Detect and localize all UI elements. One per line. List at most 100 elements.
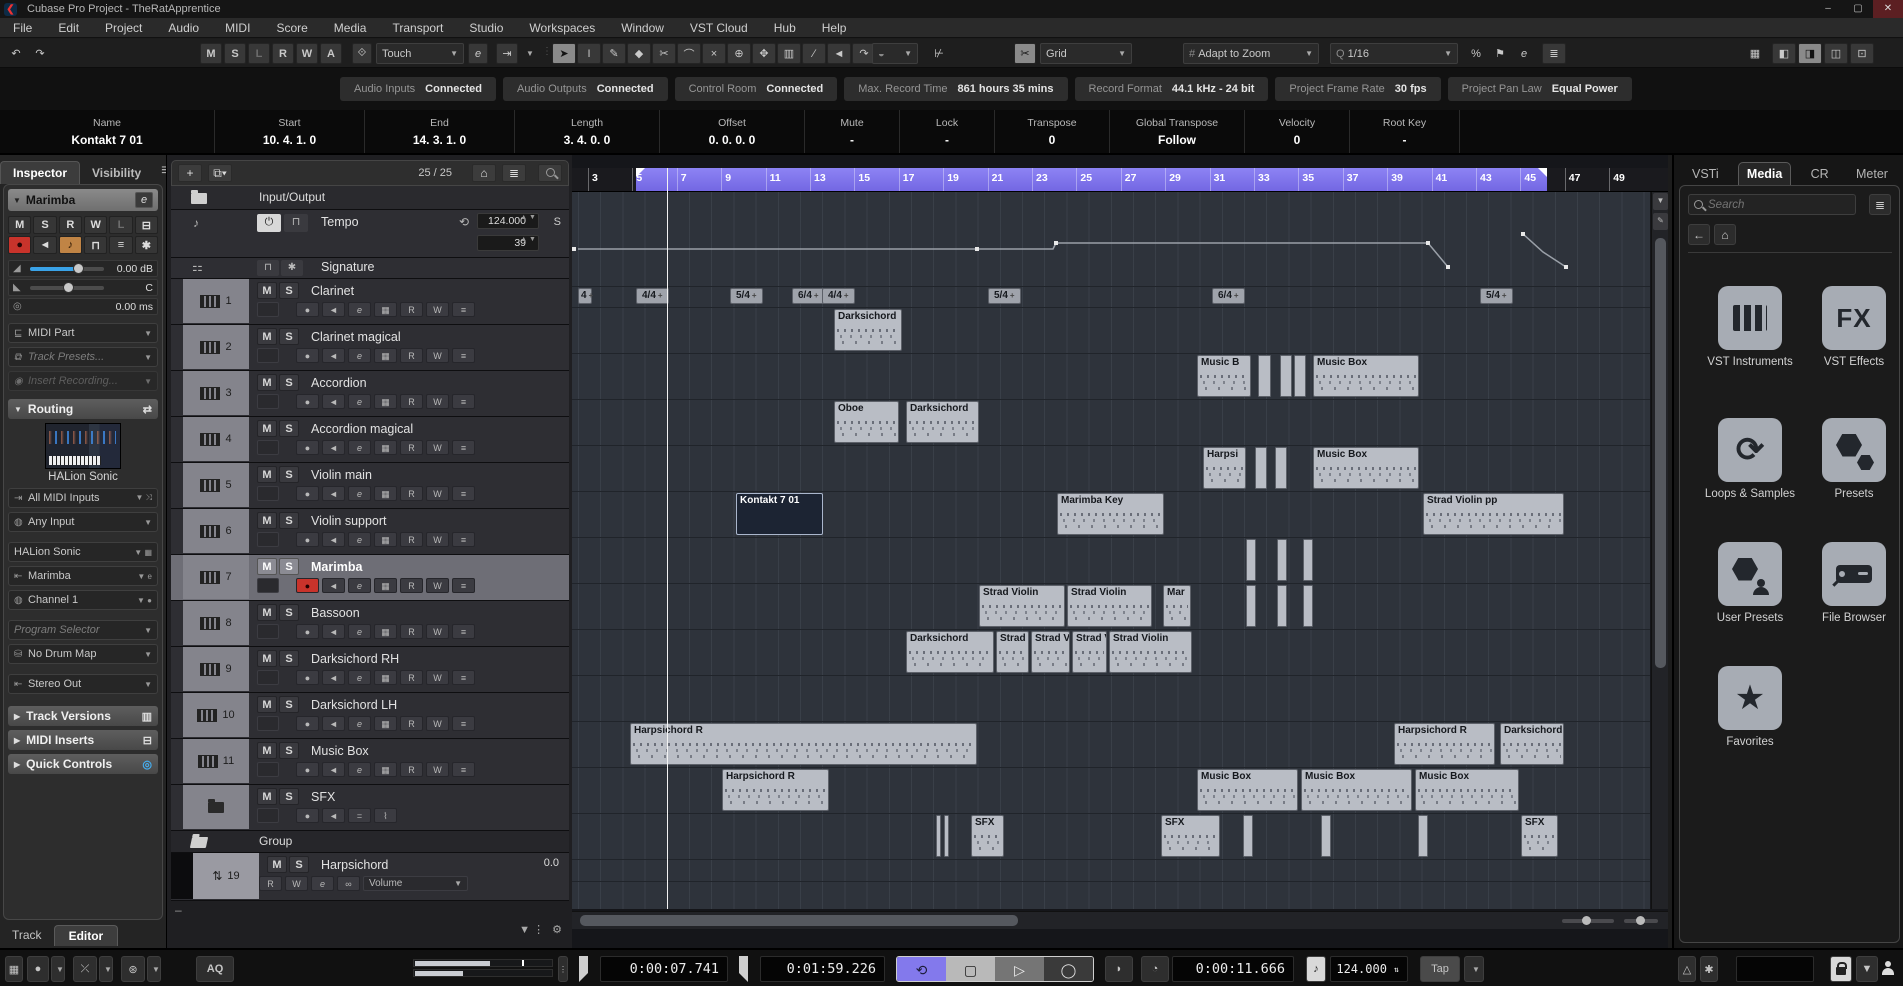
record-enable-icon[interactable]: ● xyxy=(296,348,319,363)
lanes-icon[interactable]: ≡ xyxy=(452,348,475,363)
read-automation-icon[interactable]: R xyxy=(400,716,423,731)
color-tool-dropdown[interactable]: ◒ ▼ xyxy=(872,43,918,64)
filter-dropdown-icon[interactable]: ▼ xyxy=(1856,956,1878,982)
solo-button[interactable]: S xyxy=(33,216,57,234)
mute-button[interactable]: M xyxy=(8,216,32,234)
track-zoom-preset-icon[interactable]: ▼ xyxy=(1653,193,1668,210)
solo-button[interactable]: S xyxy=(279,788,299,805)
insert-recording-dropdown[interactable]: ◉ Insert Recording... ▼ xyxy=(8,371,158,391)
time-format-clock-icon[interactable]: ◔ xyxy=(1141,956,1169,982)
media-tile-file-browser[interactable] xyxy=(1822,542,1886,606)
menu-edit[interactable]: Edit xyxy=(45,18,92,38)
media-tile-presets[interactable] xyxy=(1822,418,1886,482)
mute-button[interactable]: M xyxy=(257,604,277,621)
media-tile-vst-effects[interactable]: FX xyxy=(1822,286,1886,350)
audio-quantize-button[interactable]: AQ xyxy=(196,956,234,982)
midi-event-small[interactable] xyxy=(1246,539,1256,581)
midi-event[interactable]: Music Box xyxy=(1301,769,1412,811)
channel-strip-icon[interactable]: ⊟ xyxy=(134,216,158,234)
horizontal-scroll-thumb[interactable] xyxy=(580,915,1018,926)
menu-help[interactable]: Help xyxy=(809,18,860,38)
meter-options-icon[interactable]: ⋮ xyxy=(558,956,568,982)
media-tile-user-presets[interactable] xyxy=(1718,542,1782,606)
menu-workspaces[interactable]: Workspaces xyxy=(516,18,608,38)
quantize-edit-icon[interactable]: e xyxy=(1514,43,1534,64)
instrument-icon[interactable]: ▦ xyxy=(374,716,397,731)
quantize-dropdown[interactable]: Q 1/16 ▼ xyxy=(1330,43,1458,64)
layout-lower-zone-icon[interactable]: ◨ xyxy=(1798,43,1822,64)
info-transpose[interactable]: Transpose 0 xyxy=(995,110,1110,153)
object-selection-tool-icon[interactable]: ➤ xyxy=(552,43,576,64)
automation-mode-dropdown[interactable]: Touch ▼ xyxy=(376,43,464,64)
midi-event-small[interactable] xyxy=(1280,355,1292,397)
grid-type-dropdown[interactable]: # Adapt to Zoom ▼ xyxy=(1183,43,1319,64)
menu-hub[interactable]: Hub xyxy=(761,18,809,38)
instrument-icon[interactable]: ▦ xyxy=(374,532,397,547)
edit-channel-icon[interactable]: e xyxy=(135,192,153,208)
midi-event[interactable]: Darksichord xyxy=(906,401,979,443)
lanes-icon[interactable]: ≡ xyxy=(452,302,475,317)
global-automation-m[interactable]: M xyxy=(200,43,222,64)
record-arm-button[interactable]: ● xyxy=(8,236,32,254)
arrange-grid[interactable]: 44/45/46/44/45/46/45/4DarksichordMusic B… xyxy=(572,192,1650,909)
global-automation-r[interactable]: R xyxy=(272,43,294,64)
playhead-cursor[interactable] xyxy=(667,168,668,909)
horizontal-scrollbar[interactable] xyxy=(572,911,1668,929)
racks-icon[interactable]: ▦ xyxy=(1744,43,1766,64)
lanes-icon[interactable]: ≡ xyxy=(452,394,475,409)
signature-lock-icon[interactable]: ⊓ xyxy=(257,260,279,276)
bypass-icon[interactable]: ∞ xyxy=(337,876,360,891)
read-automation-icon[interactable]: R xyxy=(400,762,423,777)
selected-track-header[interactable]: ▼ Marimba e xyxy=(8,189,158,211)
edit-channel-icon[interactable]: e xyxy=(311,876,334,891)
instrument-icon[interactable]: ▦ xyxy=(374,348,397,363)
record-mode-dropdown-icon[interactable]: ▼ xyxy=(51,956,65,982)
midi-event[interactable]: Harpsichord R xyxy=(1394,723,1495,765)
track-row-darksichord-rh[interactable]: 9 M S Darksichord RH ● ◄ e ▦ R W ≡ xyxy=(171,647,569,693)
autoscroll-icon[interactable]: ⇥ xyxy=(496,43,518,64)
write-automation-icon[interactable]: W xyxy=(426,302,449,317)
listen-button[interactable]: L xyxy=(109,216,133,234)
record-enable-icon[interactable]: ● xyxy=(296,716,319,731)
midi-event-small[interactable] xyxy=(1246,585,1256,627)
monitor-icon[interactable]: ◄ xyxy=(322,440,345,455)
metronome-icon[interactable]: △ xyxy=(1678,956,1696,982)
record-enable-icon[interactable]: ● xyxy=(296,762,319,777)
info-root-key[interactable]: Root Key - xyxy=(1350,110,1460,153)
phase-icon[interactable]: ⌇ xyxy=(374,808,397,823)
read-automation-icon[interactable]: R xyxy=(400,578,423,593)
read-automation-icon[interactable]: R xyxy=(400,440,423,455)
write-automation-icon[interactable]: W xyxy=(426,624,449,639)
program-selector-dropdown[interactable]: Program Selector ▼ xyxy=(8,620,158,640)
tempo-activate-button[interactable]: ⏻ xyxy=(257,214,281,232)
midi-event[interactable]: Music Box xyxy=(1197,769,1298,811)
monitor-icon[interactable]: ◄ xyxy=(322,532,345,547)
audio-alignment-icon[interactable]: ≣ xyxy=(1542,43,1566,64)
record-enable-icon[interactable]: ● xyxy=(296,486,319,501)
info-global-transpose[interactable]: Global Transpose Follow xyxy=(1110,110,1245,153)
midi-event-small[interactable] xyxy=(1243,815,1253,857)
midi-event-small[interactable] xyxy=(936,815,941,857)
midi-input-channel-dropdown[interactable]: ◍ Any Input ▼ xyxy=(8,512,158,532)
snap-type-dropdown[interactable]: Grid ▼ xyxy=(1040,43,1132,64)
group-equal-icon[interactable]: = xyxy=(348,808,371,823)
track-row-bassoon[interactable]: 8 M S Bassoon ● ◄ e ▦ R W ≡ xyxy=(171,601,569,647)
tab-track[interactable]: Track xyxy=(0,925,54,945)
instrument-icon[interactable]: ▦ xyxy=(374,394,397,409)
solo-button[interactable]: S xyxy=(279,512,299,529)
mute-button[interactable]: M xyxy=(257,328,277,345)
solo-button[interactable]: S xyxy=(279,374,299,391)
media-list-view-icon[interactable]: ≣ xyxy=(1869,194,1891,215)
autoscroll-options-icon[interactable]: ▼ xyxy=(520,43,536,64)
vertical-scrollbar[interactable]: ▼ ✎ xyxy=(1651,192,1668,909)
redo-icon[interactable]: ↷ xyxy=(30,43,50,64)
midi-event[interactable]: Music Box xyxy=(1313,355,1419,397)
show-lanes-icon[interactable]: ≡ xyxy=(109,236,133,254)
solo-button[interactable]: S xyxy=(279,420,299,437)
track-row-harpsichord[interactable]: ⇅ 19 M S Harpsichord 0.0 R We ∞ Volume ▼ xyxy=(171,853,569,901)
track-row-violin-main[interactable]: 5 M S Violin main ● ◄ e ▦ R W ≡ xyxy=(171,463,569,509)
read-automation-icon[interactable]: R xyxy=(400,302,423,317)
volume-param-dropdown[interactable]: Volume ▼ xyxy=(363,876,468,891)
mute-button[interactable]: M xyxy=(257,512,277,529)
global-automation-l[interactable]: L xyxy=(248,43,270,64)
